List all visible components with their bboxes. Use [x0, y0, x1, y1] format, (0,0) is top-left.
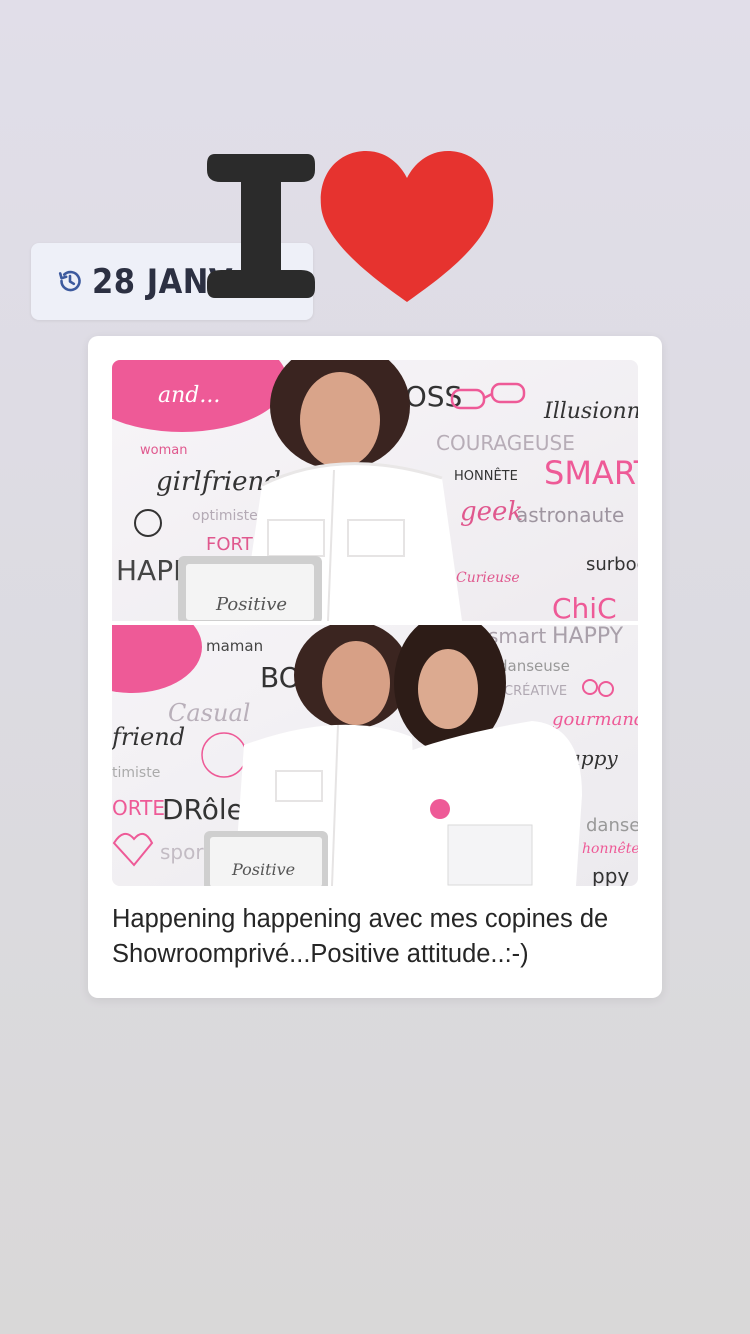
wall-word: woman	[140, 443, 187, 458]
wall-word: and...	[158, 383, 220, 408]
wall-word: ppy	[592, 864, 629, 886]
photo-top-sign: Positive	[215, 594, 287, 615]
wall-word: COURAGEUSE	[436, 431, 575, 455]
wall-word: sport	[160, 840, 212, 864]
wall-word: honnête	[582, 841, 638, 857]
post-caption: Happening happening avec mes copines de …	[112, 905, 609, 968]
photo-bottom-illustration: maman BOSS Casual friend timiste ORTE DR…	[112, 625, 638, 886]
history-clock-icon	[58, 270, 81, 292]
wall-word: friend	[112, 723, 185, 751]
wall-word: timiste	[112, 765, 160, 781]
wall-word: ChiC	[552, 592, 617, 621]
wall-word: surbooké	[586, 554, 638, 575]
post-card[interactable]: and... woman girlfriend optimiste FORT H…	[88, 336, 662, 998]
wall-word: danseuse	[498, 657, 570, 675]
wall-word: SMART	[544, 454, 638, 492]
letter-i-sticker[interactable]: I	[205, 148, 317, 304]
wall-word: Illusionniste	[543, 399, 638, 424]
wall-word: astronaute	[516, 503, 624, 527]
wall-word: FORT	[206, 534, 254, 555]
wall-word: HONNÊTE	[454, 468, 518, 484]
wall-word: DRôle	[162, 793, 244, 826]
wall-word: maman	[206, 637, 263, 655]
wall-word: CRÉATIVE	[504, 683, 567, 699]
post-photo-bottom[interactable]: maman BOSS Casual friend timiste ORTE DR…	[112, 625, 638, 886]
wall-word: geek	[460, 497, 523, 527]
wall-word: ORTE	[112, 796, 165, 820]
wall-word: HAPPY	[552, 625, 624, 649]
wall-word: Curieuse	[456, 570, 520, 586]
wall-word: danseuse	[586, 815, 638, 836]
wall-word: gourmande	[552, 709, 638, 730]
wall-word: optimiste	[192, 508, 258, 524]
photo-bottom-sign: Positive	[231, 860, 295, 879]
post-photo-top[interactable]: and... woman girlfriend optimiste FORT H…	[112, 360, 638, 621]
photo-top-illustration: and... woman girlfriend optimiste FORT H…	[112, 360, 638, 621]
heart-icon[interactable]	[318, 148, 496, 304]
